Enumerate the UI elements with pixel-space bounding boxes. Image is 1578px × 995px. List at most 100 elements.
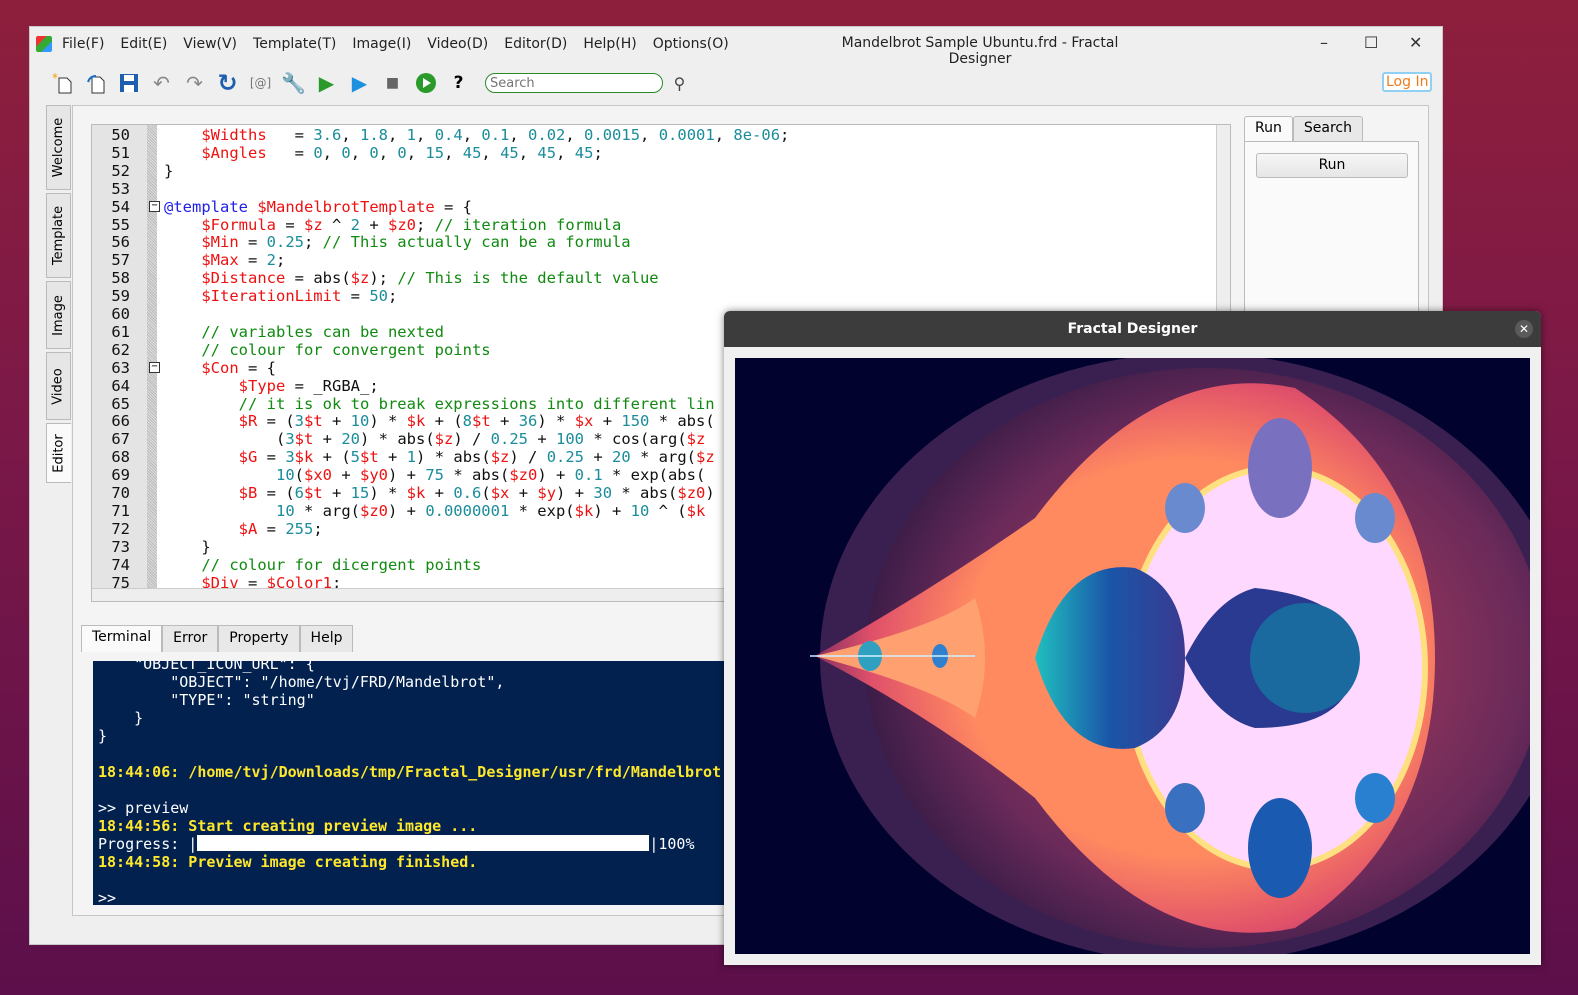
tab-help[interactable]: Help — [299, 625, 354, 652]
side-tab-template[interactable]: Template — [46, 193, 71, 278]
code-token: $t — [294, 430, 314, 449]
help-icon[interactable]: ? — [442, 68, 475, 98]
side-tab-welcome[interactable]: Welcome — [46, 105, 71, 190]
code-token: $k — [686, 501, 706, 520]
code-token: , — [481, 143, 501, 162]
code-text: $G = 3$k + (5$t + 1) * abs($z) / 0.25 + … — [164, 448, 715, 466]
code-token: * arg( — [294, 501, 360, 520]
menu-item[interactable]: Help(H) — [583, 36, 636, 52]
code-token: = _RGBA_; — [285, 376, 379, 395]
maximize-button[interactable]: ☐ — [1364, 33, 1378, 52]
tab-run[interactable]: Run — [1244, 116, 1293, 143]
code-token: , — [462, 126, 482, 144]
code-token: // variables can be nexted — [201, 322, 444, 341]
menu-item[interactable]: Template(T) — [253, 36, 336, 52]
code-text: // colour for dicergent points — [164, 556, 481, 574]
side-tab-editor[interactable]: Editor — [46, 423, 71, 483]
terminal-line: "TYPE": "string" — [98, 691, 315, 709]
code-token: $Formula — [201, 215, 276, 234]
code-token: $t — [304, 484, 323, 502]
code-text: $Max = 2; — [164, 251, 285, 269]
tab-search[interactable]: Search — [1292, 116, 1363, 143]
close-icon[interactable]: ✕ — [1515, 320, 1533, 338]
fold-toggle-icon[interactable]: − — [149, 200, 160, 212]
refresh-icon[interactable]: ↻ — [211, 68, 244, 98]
terminal-line: "OBJECT": "/home/tvj/FRD/Mandelbrot", — [98, 673, 505, 691]
stop-icon[interactable]: ■ — [376, 68, 409, 98]
code-token: ; — [387, 287, 398, 306]
window-title: Mandelbrot Sample Ubuntu.frd - Fractal D… — [841, 35, 1119, 67]
menu-item[interactable]: File(F) — [62, 36, 104, 52]
code-token: = ( — [257, 412, 295, 431]
code-token: ; — [416, 215, 435, 234]
code-token: 5 — [350, 448, 361, 467]
login-button[interactable]: Log In — [1382, 72, 1433, 92]
clear-icon[interactable]: [@] — [244, 68, 277, 98]
tab-error[interactable]: Error — [162, 625, 219, 652]
new-file-icon[interactable]: * — [46, 68, 79, 98]
side-tab-image[interactable]: Image — [46, 281, 71, 349]
code-token: = — [257, 448, 286, 467]
menu-item[interactable]: Video(D) — [427, 36, 488, 52]
code-token: $Con — [201, 358, 239, 377]
code-token: , — [565, 126, 585, 144]
line-number: 65 — [111, 394, 130, 413]
redo-icon[interactable]: ↷ — [178, 68, 211, 98]
search-input[interactable] — [485, 73, 663, 93]
menu-item[interactable]: Image(I) — [352, 36, 411, 52]
close-button[interactable]: ✕ — [1409, 33, 1422, 52]
line-number: 72 — [111, 519, 130, 538]
undo-icon[interactable]: ↶ — [145, 68, 178, 98]
run-preview-icon[interactable]: ▶ — [343, 68, 376, 98]
app-logo-icon — [36, 36, 52, 52]
run-button[interactable]: Run — [1256, 153, 1408, 178]
code-token: , — [406, 143, 426, 162]
fold-toggle-icon[interactable]: − — [149, 361, 160, 373]
minimize-button[interactable]: – — [1320, 33, 1328, 52]
code-token: , — [556, 143, 575, 162]
play-circle-icon[interactable] — [409, 68, 442, 98]
code-token: $Min — [201, 233, 239, 252]
code-token: $t — [304, 412, 323, 431]
code-token: $G — [238, 448, 258, 467]
code-token: + — [332, 466, 360, 485]
line-number: 54 — [111, 197, 130, 216]
preview-window: Fractal Designer ✕ — [724, 311, 1570, 965]
code-token: 0.25 — [490, 430, 528, 449]
line-number: 56 — [111, 233, 130, 252]
search-icon[interactable]: ⚲ — [663, 68, 696, 98]
code-text: $Type = _RGBA_; — [164, 377, 379, 395]
open-file-icon[interactable] — [79, 68, 112, 98]
code-token: 0 — [341, 143, 351, 162]
code-token: ) + — [388, 466, 426, 485]
terminal-line: 18:44:56: Start creating preview image .… — [98, 817, 478, 835]
svg-text:*: * — [52, 72, 58, 85]
tab-property[interactable]: Property — [218, 625, 300, 652]
menu-item[interactable]: Edit(E) — [120, 36, 167, 52]
run-icon[interactable]: ▶ — [310, 68, 343, 98]
code-token: 15 — [350, 484, 370, 502]
line-number: 70 — [111, 484, 130, 502]
menu-item[interactable]: Editor(D) — [504, 36, 567, 52]
code-token: 2 — [266, 251, 276, 270]
code-token: 0.0001 — [658, 126, 715, 144]
tab-terminal[interactable]: Terminal — [81, 625, 163, 652]
side-tab-video[interactable]: Video — [46, 352, 71, 420]
save-icon[interactable] — [112, 68, 145, 98]
code-token: 0.02 — [528, 126, 566, 144]
code-token: 10 — [630, 501, 650, 520]
fractal-preview-image — [735, 353, 1570, 963]
code-token: 255 — [285, 519, 314, 538]
code-token: $t — [472, 412, 491, 431]
code-token: * abs( — [649, 412, 715, 431]
menu-item[interactable]: View(V) — [183, 36, 237, 52]
settings-wrench-icon[interactable]: 🔧 — [277, 68, 310, 98]
terminal-line: } — [98, 709, 144, 727]
terminal-output[interactable]: "OBJECT_ICON_URL": { "OBJECT": "/home/tv… — [93, 661, 733, 905]
menu-item[interactable]: Options(O) — [653, 36, 729, 52]
code-token: 45 — [500, 143, 519, 162]
